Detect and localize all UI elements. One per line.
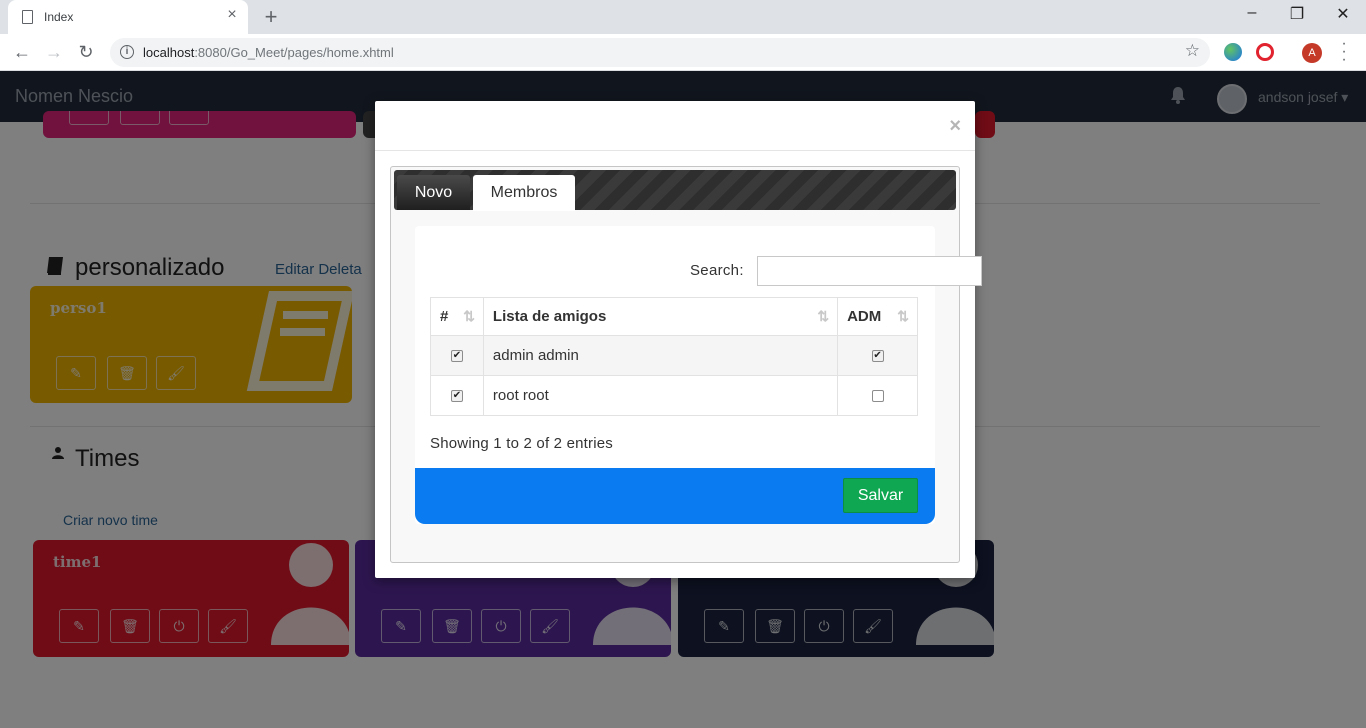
info-icon[interactable]: i [120,45,134,59]
restore-button[interactable]: ❐ [1282,4,1312,24]
sort-icon[interactable]: ⇅ [817,308,829,325]
select-checkbox[interactable]: ✔ [450,350,463,363]
table-row: ✔ root root [430,375,918,416]
minimize-button[interactable]: – [1237,4,1267,22]
close-icon[interactable]: × [949,115,961,138]
back-icon[interactable]: ← [10,40,34,64]
new-tab-button[interactable]: + [260,4,282,30]
extension-globe-icon[interactable] [1224,43,1242,61]
adm-checkbox[interactable] [871,390,884,403]
members-panel: Search: # ⇅ Lista de amigos ⇅ ADM ⇅ ✔ admin [415,226,982,524]
adm-checkbox[interactable]: ✔ [871,350,884,363]
address-bar[interactable]: i localhost:8080/Go_Meet/pages/home.xhtm… [110,38,1210,67]
bookmark-star-icon[interactable]: ☆ [1185,41,1200,61]
tab-close-icon[interactable]: × [222,6,242,24]
friend-name: root root [482,375,839,416]
tab-novo[interactable]: Novo [397,175,470,210]
forward-icon[interactable]: → [42,40,66,64]
table-row: ✔ admin admin ✔ [430,335,918,376]
column-header-select[interactable]: # ⇅ [430,297,484,336]
friend-name: admin admin [482,335,839,376]
browser-toolbar: ← → ↻ i localhost:8080/Go_Meet/pages/hom… [0,34,1366,71]
modal-footer: Salvar [415,468,935,524]
column-header-friends[interactable]: Lista de amigos ⇅ [482,297,839,336]
tab-membros[interactable]: Membros [473,175,575,211]
browser-tab[interactable]: Index × [8,0,248,34]
save-button[interactable]: Salvar [843,478,918,513]
members-modal: × Novo Membros Search: # ⇅ Lista de amigo… [375,101,982,578]
search-input[interactable] [757,256,982,286]
extension-opera-icon[interactable] [1256,43,1274,61]
table-header-row: # ⇅ Lista de amigos ⇅ ADM ⇅ [430,297,918,336]
tab-nav: Novo Membros [394,170,956,211]
sort-icon[interactable]: ⇅ [463,308,475,325]
profile-avatar[interactable]: A [1302,43,1322,63]
members-table: # ⇅ Lista de amigos ⇅ ADM ⇅ ✔ admin admin ✔… [430,297,918,416]
page-icon [22,10,33,24]
select-checkbox[interactable]: ✔ [450,390,463,403]
table-info: Showing 1 to 2 of 2 entries [430,435,614,452]
reload-icon[interactable]: ↻ [74,40,98,64]
tabview: Novo Membros Search: # ⇅ Lista de amigos ⇅… [390,166,982,563]
sort-icon[interactable]: ⇅ [897,308,909,325]
page: Nomen Nescio andson josef ▾ personalizad… [0,71,1366,728]
browser-menu-icon[interactable]: · · · [1336,36,1352,68]
close-window-button[interactable]: ✕ [1328,4,1358,24]
column-header-adm[interactable]: ADM ⇅ [837,297,918,336]
browser-tabstrip: Index × + – ❐ ✕ [0,0,1366,34]
modal-header: × [375,101,975,151]
url-text[interactable]: localhost:8080/Go_Meet/pages/home.xhtml [143,45,394,60]
search-label: Search: [690,262,744,279]
tab-title: Index [44,10,74,24]
